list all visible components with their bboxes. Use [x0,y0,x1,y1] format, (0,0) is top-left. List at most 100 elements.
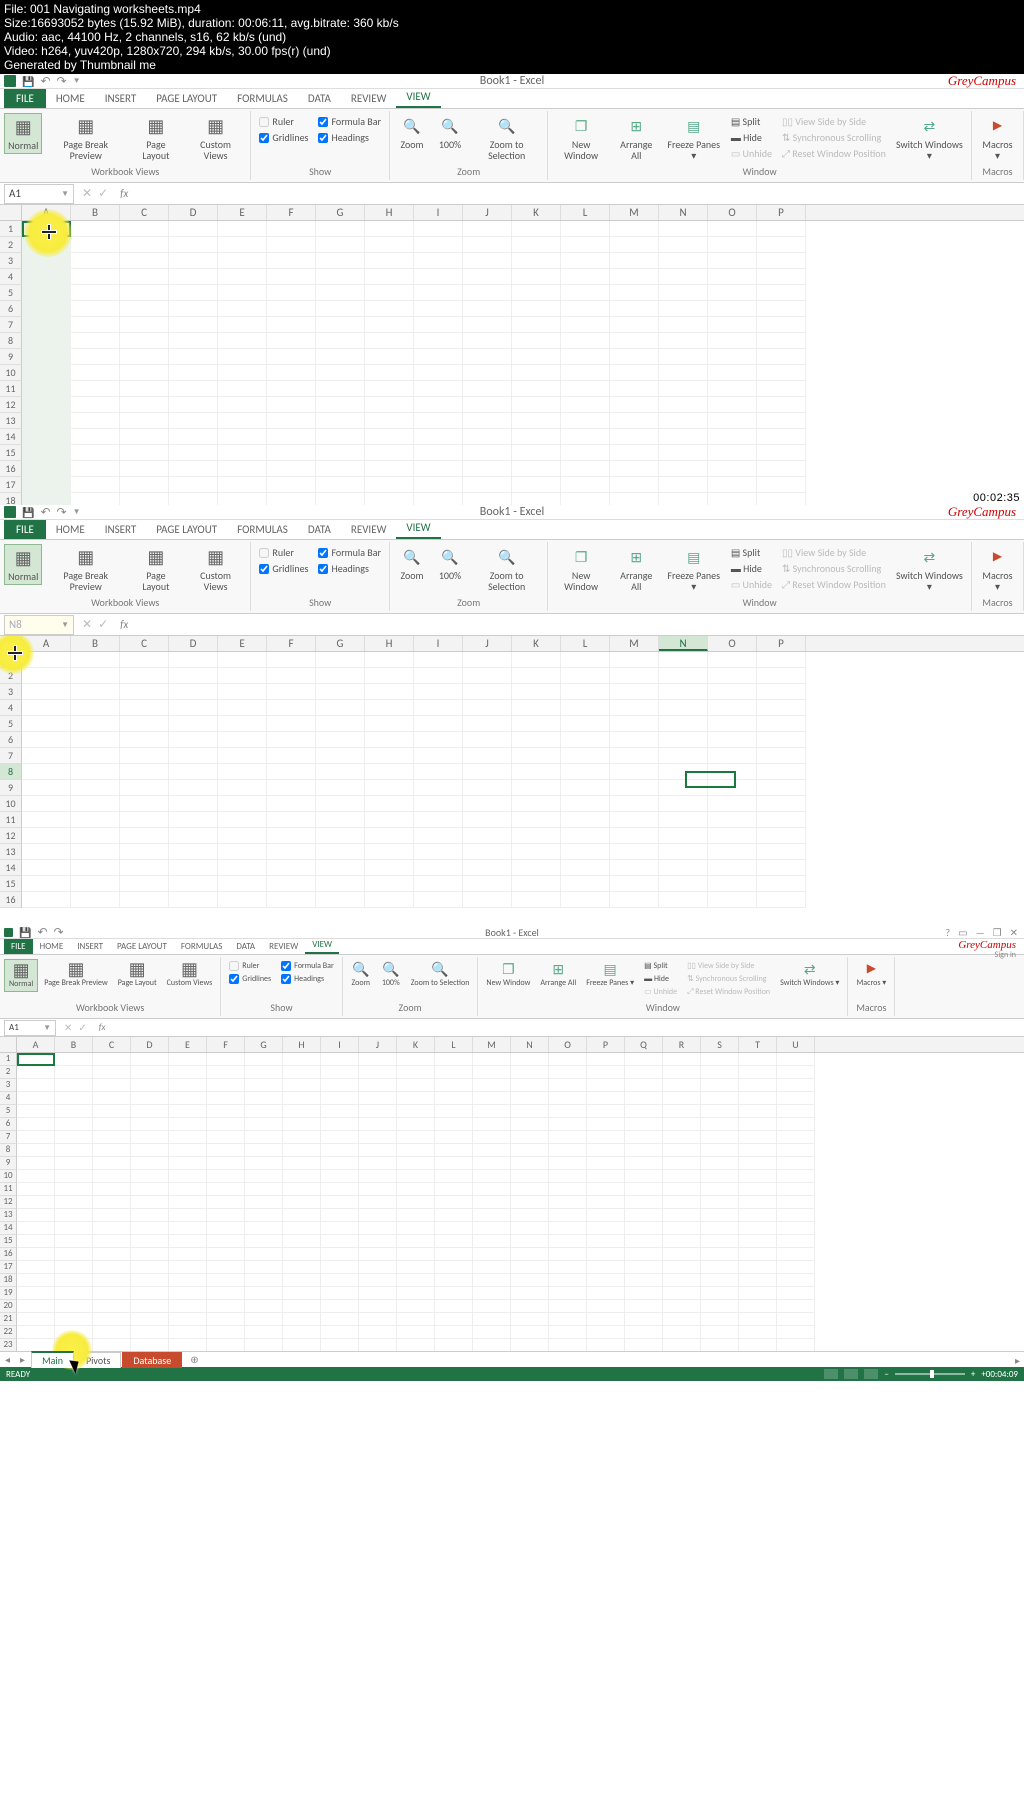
cell[interactable] [463,748,512,764]
cell[interactable] [207,1300,245,1313]
col-header-P[interactable]: P [587,1037,625,1052]
cell[interactable] [659,716,708,732]
cell[interactable] [17,1222,55,1235]
cell[interactable] [218,221,267,237]
custom-views-button[interactable]: Custom Views [163,959,217,990]
cell[interactable] [511,1235,549,1248]
cell[interactable] [267,477,316,493]
enter-icon[interactable]: ✓ [98,186,108,201]
cell[interactable] [625,1287,663,1300]
cell[interactable] [435,1313,473,1326]
col-header-I[interactable]: I [321,1037,359,1052]
cell[interactable] [512,365,561,381]
cell[interactable] [71,780,120,796]
row-header-10[interactable]: 10 [0,365,22,381]
formula-input[interactable] [132,615,1024,635]
cell[interactable] [663,1118,701,1131]
redo-icon[interactable] [54,925,64,940]
cell[interactable] [512,732,561,748]
cell[interactable] [549,1118,587,1131]
cell[interactable] [218,333,267,349]
cell[interactable] [120,429,169,445]
cell[interactable] [561,796,610,812]
row-header-17[interactable]: 17 [0,1261,17,1274]
grid-body[interactable]: 123456789101112131415161718 [0,221,1024,505]
cell[interactable] [321,1339,359,1351]
cell[interactable] [757,876,806,892]
fx-icon[interactable]: fx [95,1022,110,1033]
cell[interactable] [169,1287,207,1300]
cell[interactable] [267,796,316,812]
cell[interactable] [435,1274,473,1287]
cell[interactable] [316,828,365,844]
zoom-out-icon[interactable]: − [884,1369,888,1380]
cell[interactable] [663,1079,701,1092]
cell[interactable] [169,1339,207,1351]
col-header-L[interactable]: L [561,205,610,220]
cell[interactable] [549,1183,587,1196]
cell[interactable] [739,1183,777,1196]
cell[interactable] [701,1066,739,1079]
cell[interactable] [473,1261,511,1274]
cell[interactable] [169,780,218,796]
cell[interactable] [397,1209,435,1222]
cell[interactable] [283,1209,321,1222]
cell[interactable] [512,477,561,493]
col-header-F[interactable]: F [267,205,316,220]
row-header-6[interactable]: 6 [0,732,22,748]
cell[interactable] [757,668,806,684]
cell[interactable] [757,812,806,828]
page-break-button[interactable]: Page Break Preview [40,959,111,990]
cell[interactable] [414,748,463,764]
cell[interactable] [245,1222,283,1235]
cell[interactable] [549,1235,587,1248]
cell[interactable] [267,333,316,349]
cell[interactable] [435,1131,473,1144]
cell[interactable] [663,1209,701,1222]
cell[interactable] [22,716,71,732]
cell[interactable] [625,1105,663,1118]
cell[interactable] [316,812,365,828]
cell[interactable] [610,365,659,381]
cell[interactable] [511,1066,549,1079]
cell[interactable] [561,445,610,461]
cell[interactable] [610,812,659,828]
gridlines-checkbox[interactable]: Gridlines [259,562,308,575]
chevron-down-icon[interactable]: ▼ [43,1023,51,1033]
cell[interactable] [267,253,316,269]
tab-data[interactable]: DATA [229,939,262,954]
cell[interactable] [777,1118,815,1131]
row-header-21[interactable]: 21 [0,1313,17,1326]
cell[interactable] [365,381,414,397]
cell[interactable] [17,1209,55,1222]
cell[interactable] [663,1287,701,1300]
cell[interactable] [283,1326,321,1339]
cell[interactable] [120,764,169,780]
custom-views-button[interactable]: Custom Views [185,113,247,163]
reset-position-button[interactable]: ⤢ Reset Window Position [687,987,770,997]
cell[interactable] [93,1092,131,1105]
cell[interactable] [207,1170,245,1183]
col-header-P[interactable]: P [757,205,806,220]
row-header-15[interactable]: 15 [0,445,22,461]
cell[interactable] [659,397,708,413]
cell[interactable] [71,253,120,269]
cell[interactable] [777,1222,815,1235]
cell[interactable] [625,1222,663,1235]
cell[interactable] [701,1209,739,1222]
cell[interactable] [701,1118,739,1131]
cell[interactable] [120,237,169,253]
cell[interactable] [55,1261,93,1274]
row-header-6[interactable]: 6 [0,1118,17,1131]
cell[interactable] [169,764,218,780]
grid-body[interactable]: 12345678910111213141516 [0,652,1024,908]
cell[interactable] [659,317,708,333]
cell[interactable] [267,732,316,748]
cell[interactable] [708,780,757,796]
formula-bar-checkbox[interactable]: Formula Bar [281,961,334,971]
col-header-M[interactable]: M [610,205,659,220]
cell[interactable] [131,1053,169,1066]
cell[interactable] [169,1183,207,1196]
hide-button[interactable]: ▬ Hide [731,562,772,575]
cell[interactable] [120,269,169,285]
